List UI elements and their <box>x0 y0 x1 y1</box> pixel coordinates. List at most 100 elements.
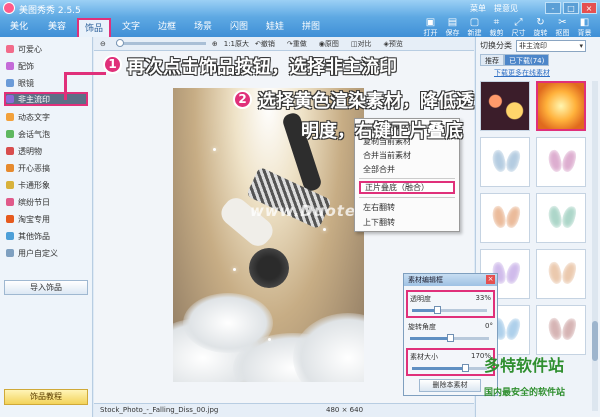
sidebar-item-cute-heart[interactable]: 可爱心 <box>6 42 88 56</box>
zoom-slider-knob[interactable] <box>115 39 124 47</box>
new-button[interactable]: ▢ 新建 <box>465 17 484 38</box>
title-bar: 美图秀秀 2.5.5 菜单 提意见 - □ × <box>0 0 600 17</box>
feedback-link[interactable]: 提意见 <box>494 3 518 14</box>
cutout-button[interactable]: ✂ 抠图 <box>553 17 572 38</box>
window-title: 美图秀秀 2.5.5 <box>19 6 81 16</box>
tab-frame[interactable]: 边框 <box>150 18 184 37</box>
material-thumbnail[interactable] <box>536 137 586 187</box>
tab-scene[interactable]: 场景 <box>186 18 220 37</box>
folder-icon: ▣ <box>425 17 436 28</box>
tab-downloaded[interactable]: 已下载(74) <box>504 54 550 66</box>
sidebar-item-festival[interactable]: 缤纷节日 <box>6 195 88 209</box>
material-thumbnail[interactable] <box>480 137 530 187</box>
zoom-in-icon[interactable]: ⊕ <box>212 40 218 48</box>
main-tab-bar: 美化 美容 饰品 文字 边框 场景 闪图 娃娃 拼图 ▣ 打开 ▤ 保存 ▢ 新建 ⌗… <box>0 17 600 37</box>
material-tabs: 推荐 已下载(74) <box>480 54 597 66</box>
tab-text[interactable]: 文字 <box>114 18 148 37</box>
menu-item-merge[interactable]: 合并当前素材 <box>359 149 455 162</box>
speech-bubble-icon <box>6 130 14 138</box>
taobao-icon <box>6 215 14 223</box>
close-button[interactable]: × <box>581 2 597 14</box>
zoom-slider[interactable] <box>115 39 206 47</box>
file-name: Stock_Photo_-_Falling_Diss_00.jpg <box>100 406 219 414</box>
accessory-tutorial-button[interactable]: 饰品教程 <box>4 389 88 405</box>
funny-icon <box>6 164 14 172</box>
rotation-slider[interactable] <box>410 334 489 342</box>
image-dimensions: 480 × 640 <box>326 406 364 414</box>
undo-button[interactable]: ↶撤销 <box>255 39 281 49</box>
actual-size-button[interactable]: 1:1原大 <box>224 39 249 49</box>
wings-thumbnail <box>493 206 519 230</box>
rotation-row: 旋转角度 0° <box>406 320 495 348</box>
sidebar-item-custom[interactable]: 用户自定义 <box>6 246 88 260</box>
material-edit-dialog: 素材编辑框 × 透明度 33% 旋转角度 0° 素材大小 170% 删除本素材 <box>403 273 498 396</box>
sidebar-item-accessories[interactable]: 配饰 <box>6 59 88 73</box>
resize-icon: ⤢ <box>514 17 523 28</box>
crop-icon: ⌗ <box>493 17 500 28</box>
opacity-slider-knob[interactable] <box>433 306 441 314</box>
tab-recommended[interactable]: 推荐 <box>480 54 504 66</box>
material-thumbnail[interactable] <box>536 249 586 299</box>
person-head <box>249 248 289 288</box>
sidebar-item-taobao[interactable]: 淘宝专用 <box>6 212 88 226</box>
maximize-button[interactable]: □ <box>563 2 579 14</box>
sidebar-item-glasses[interactable]: 眼镜 <box>6 76 88 90</box>
background-button[interactable]: ◧ 背景 <box>575 17 594 38</box>
sidebar-item-transparent[interactable]: 透明物 <box>6 144 88 158</box>
scrollbar-thumb[interactable] <box>592 321 598 361</box>
sidebar-item-animated-text[interactable]: 动态文字 <box>6 110 88 124</box>
opacity-slider[interactable] <box>412 306 487 314</box>
step-1-badge: 1 <box>103 55 122 74</box>
minimize-button[interactable]: - <box>545 2 561 14</box>
material-thumbnail[interactable] <box>536 305 586 355</box>
save-icon: ▤ <box>447 17 458 28</box>
open-button[interactable]: ▣ 打开 <box>421 17 440 38</box>
tab-accessories[interactable]: 饰品 <box>77 18 111 37</box>
redo-button[interactable]: ↷重做 <box>287 39 313 49</box>
menu-item-multiply-blend[interactable]: 正片叠底（融合） <box>359 181 455 194</box>
new-icon: ▢ <box>469 17 480 28</box>
text-icon <box>6 113 14 121</box>
rotation-slider-knob[interactable] <box>446 334 454 342</box>
preview-button[interactable]: ◈预览 <box>384 39 409 49</box>
menu-item-flip-horizontal[interactable]: 左右翻转 <box>359 201 455 214</box>
material-thumbnail[interactable] <box>536 193 586 243</box>
cutout-icon: ✂ <box>558 17 567 28</box>
rotate-icon: ↻ <box>536 17 545 28</box>
sidebar-item-other[interactable]: 其他饰品 <box>6 229 88 243</box>
material-scrollbar[interactable] <box>592 81 598 411</box>
menu-item-merge-all[interactable]: 全部合并 <box>359 163 455 176</box>
compare-button[interactable]: ◫对比 <box>351 39 378 49</box>
save-button[interactable]: ▤ 保存 <box>443 17 462 38</box>
size-slider[interactable] <box>412 364 487 372</box>
download-more-link[interactable]: 下载更多在线素材 <box>494 68 550 78</box>
tab-flash[interactable]: 闪图 <box>222 18 256 37</box>
crop-button[interactable]: ⌗ 裁剪 <box>487 17 506 38</box>
import-accessory-button[interactable]: 导入饰品 <box>4 280 88 295</box>
resize-button[interactable]: ⤢ 尺寸 <box>509 17 528 38</box>
zoom-out-icon[interactable]: ⊖ <box>100 40 106 48</box>
size-slider-knob[interactable] <box>461 364 469 372</box>
material-thumbnail-selected[interactable] <box>536 81 586 131</box>
sidebar-item-cartoon[interactable]: 卡通形象 <box>6 178 88 192</box>
delete-material-button[interactable]: 删除本素材 <box>419 379 481 392</box>
original-button[interactable]: ◉原图 <box>319 39 345 49</box>
category-label: 切换分类 <box>480 41 512 50</box>
dialog-close-icon[interactable]: × <box>486 275 495 284</box>
category-select[interactable]: 非主流印 ▾ <box>516 39 586 52</box>
menu-item-flip-vertical[interactable]: 上下翻转 <box>359 216 455 229</box>
tab-collage[interactable]: 拼图 <box>294 18 328 37</box>
tab-doll[interactable]: 娃娃 <box>258 18 292 37</box>
tab-beautify[interactable]: 美化 <box>2 18 36 37</box>
window-controls: - □ × <box>545 2 597 14</box>
tab-makeup[interactable]: 美容 <box>40 18 74 37</box>
sidebar-item-speech-bubble[interactable]: 会话气泡 <box>6 127 88 141</box>
user-icon <box>6 249 14 257</box>
sidebar-item-non-mainstream[interactable]: 非主流印 <box>4 92 88 106</box>
wings-thumbnail <box>549 150 575 174</box>
material-thumbnail[interactable] <box>480 193 530 243</box>
material-thumbnail[interactable] <box>480 81 530 131</box>
menu-link[interactable]: 菜单 <box>470 3 486 14</box>
rotate-button[interactable]: ↻ 旋转 <box>531 17 550 38</box>
sidebar-item-funny[interactable]: 开心恶搞 <box>6 161 88 175</box>
